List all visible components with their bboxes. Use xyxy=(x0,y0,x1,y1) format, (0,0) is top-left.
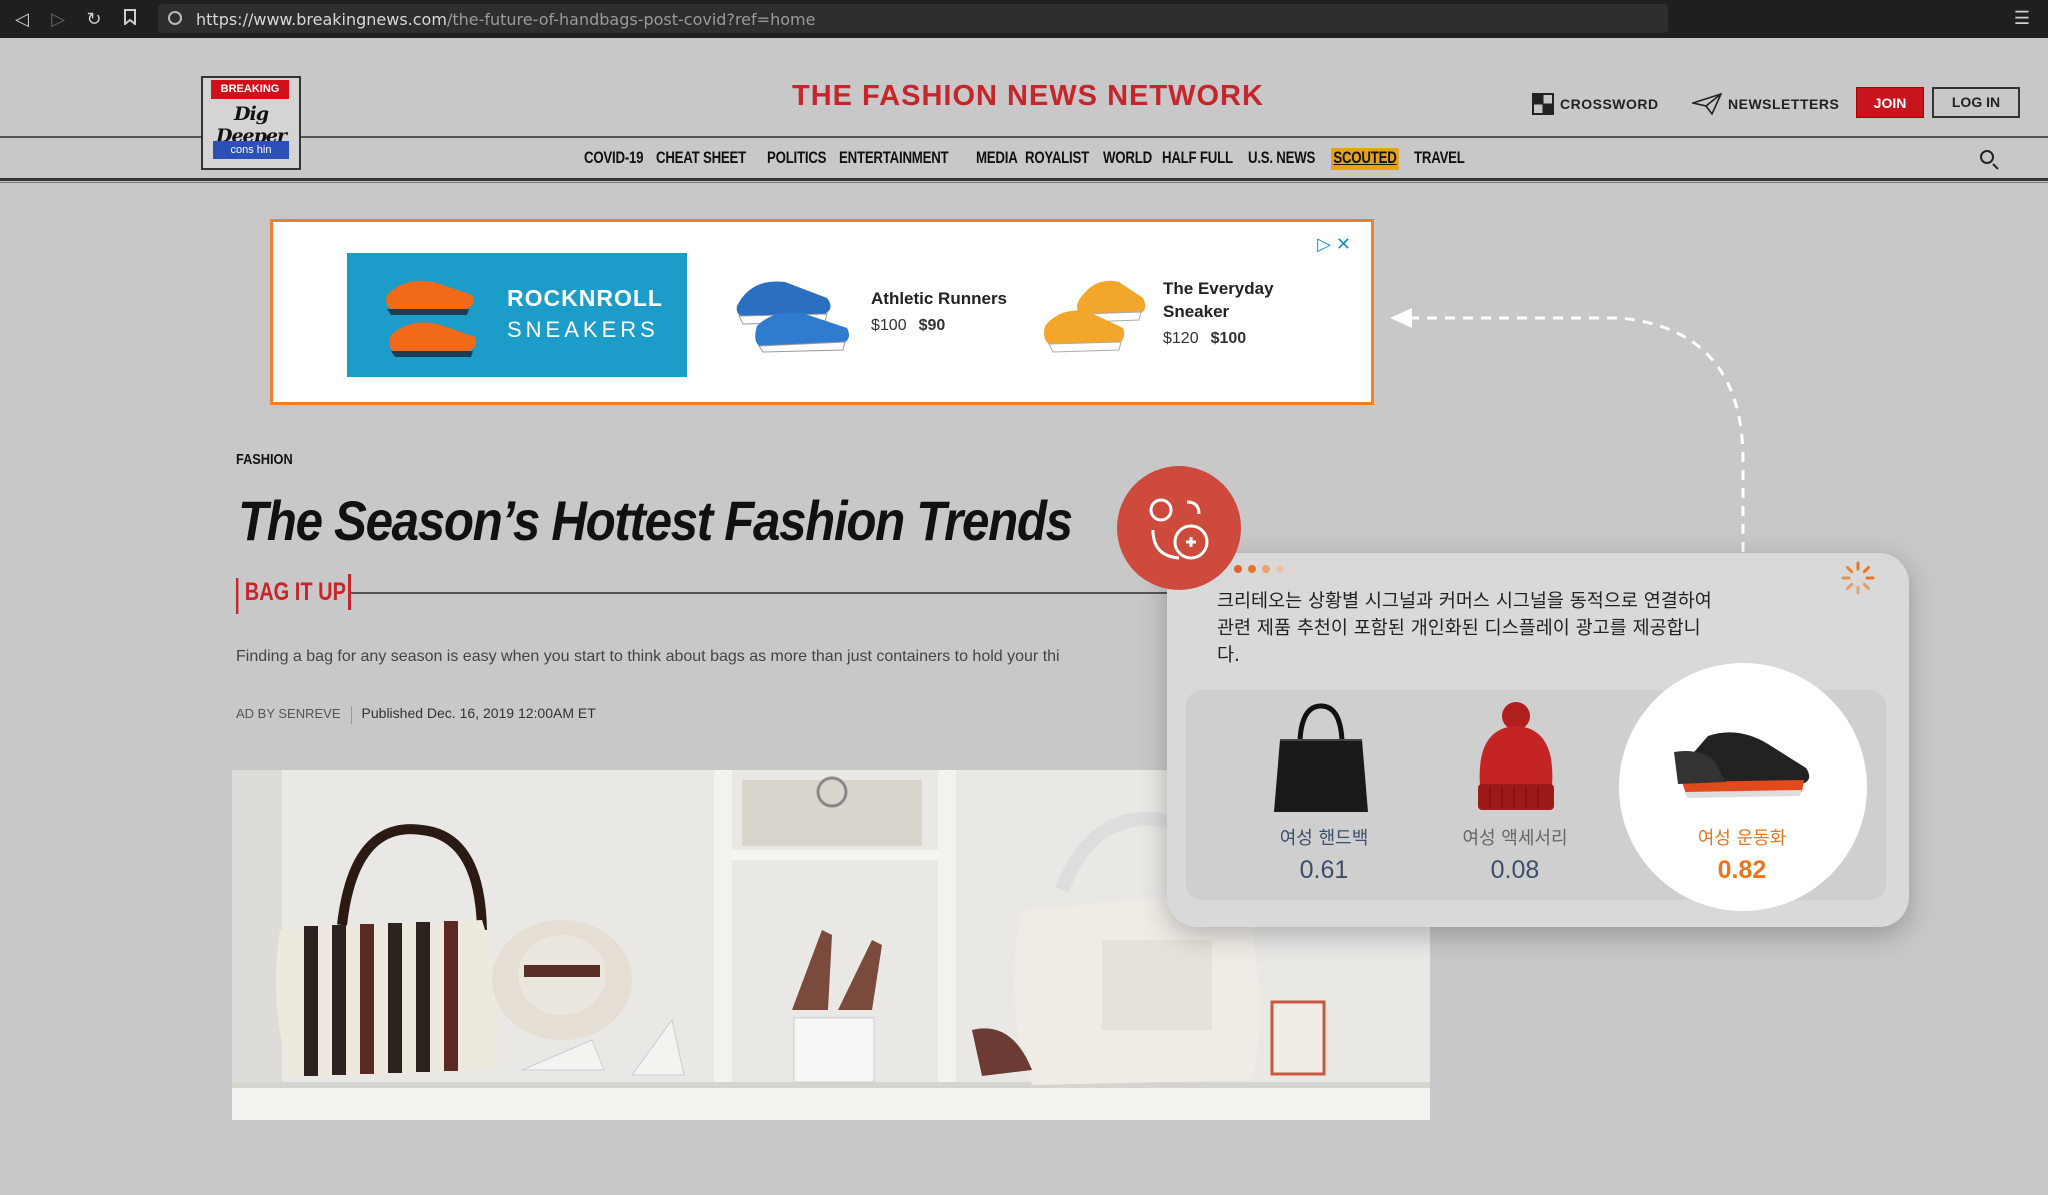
beanie-image xyxy=(1478,702,1554,810)
menu-icon[interactable]: ☰ xyxy=(2014,8,2030,29)
sneaker-icon xyxy=(386,280,477,357)
nav-item-scouted[interactable]: SCOUTED xyxy=(1330,148,1399,170)
nav-item[interactable]: MEDIA xyxy=(976,148,1018,170)
athletic-runner-image[interactable] xyxy=(731,268,855,354)
newsletters-label: NEWSLETTERS xyxy=(1728,96,1840,113)
nav-item[interactable]: CHEAT SHEET xyxy=(656,148,746,170)
nav-item[interactable]: COVID-19 xyxy=(584,148,644,170)
article-kicker[interactable]: FASHION xyxy=(236,451,293,468)
nav-item[interactable]: ENTERTAINMENT xyxy=(839,148,949,170)
article-dek: Finding a bag for any season is easy whe… xyxy=(236,648,1060,665)
ad-hero-title: ROCKNROLL xyxy=(507,285,663,311)
nav-item[interactable]: ROYALIST xyxy=(1025,148,1089,170)
product-price: $100 $90 xyxy=(871,317,946,334)
forward-arrow-icon[interactable]: ▷ xyxy=(48,9,68,29)
adchoices-icon[interactable]: ▷ ✕ xyxy=(1317,234,1351,255)
progress-dot xyxy=(1262,565,1270,573)
back-arrow-icon[interactable]: ◁ xyxy=(12,9,32,29)
progress-dots xyxy=(1234,565,1298,573)
header-divider xyxy=(0,136,2048,138)
handbag-image xyxy=(1274,703,1368,812)
nav-divider xyxy=(0,178,2048,181)
site-title[interactable]: THE FASHION NEWS NETWORK xyxy=(792,80,1264,113)
product-name[interactable]: The Everyday Sneaker xyxy=(1163,277,1274,323)
publish-date: Published Dec. 16, 2019 12:00AM ET xyxy=(361,705,596,721)
address-bar[interactable]: https://www.breakingnews.com/the-future-… xyxy=(158,4,1668,33)
login-button[interactable]: LOG IN xyxy=(1932,87,2020,118)
loading-spinner-icon xyxy=(1841,561,1875,595)
globe-icon xyxy=(168,11,182,25)
newsletters-link[interactable]: NEWSLETTERS xyxy=(1689,92,1840,118)
progress-dot xyxy=(1276,565,1284,573)
article-headline: The Season’s Hottest Fashion Trends xyxy=(238,489,1073,552)
nav-item[interactable]: WORLD xyxy=(1103,148,1152,170)
category-sneakers: 여성 운동화 0.82 xyxy=(1662,824,1822,885)
ad-hero-image[interactable]: ROCKNROLL SNEAKERS xyxy=(347,253,687,377)
category-handbag: 여성 핸드백 0.61 xyxy=(1244,824,1404,885)
nav-item[interactable]: U.S. NEWS xyxy=(1248,148,1315,170)
search-icon[interactable] xyxy=(1980,150,1994,164)
product-price: $120 $100 xyxy=(1163,330,1247,347)
gear-icon xyxy=(1149,498,1209,560)
nav-item[interactable]: HALF FULL xyxy=(1162,148,1233,170)
logo-sub: cons hin xyxy=(213,141,289,159)
category-label: 여성 핸드백 xyxy=(1279,828,1369,849)
category-score: 0.61 xyxy=(1299,856,1349,884)
reload-icon[interactable]: ↻ xyxy=(84,9,104,29)
logo-tag: BREAKING xyxy=(211,80,289,99)
category-score: 0.08 xyxy=(1490,856,1540,884)
progress-dot xyxy=(1248,565,1256,573)
overlay-description: 크리테오는 상황별 시그널과 커머스 시그널을 동적으로 연결하여 관련 제품 … xyxy=(1217,591,1712,666)
category-score: 0.82 xyxy=(1717,856,1767,884)
category-label: 여성 액세서리 xyxy=(1462,828,1568,849)
nav-divider-thin xyxy=(0,182,2048,183)
byline-divider xyxy=(350,705,352,724)
join-button[interactable]: JOIN xyxy=(1856,87,1924,118)
crossword-link[interactable]: CROSSWORD xyxy=(1532,93,1659,118)
url-text: https://www.breakingnews.com/the-future-… xyxy=(196,10,816,29)
nav-item[interactable]: POLITICS xyxy=(767,148,827,170)
category-accessories: 여성 액세서리 0.08 xyxy=(1435,824,1595,885)
criteo-logo xyxy=(1117,466,1241,590)
progress-dot xyxy=(1290,565,1298,573)
everyday-sneaker-image[interactable] xyxy=(1039,270,1151,356)
display-ad[interactable]: ROCKNROLL SNEAKERS Athletic Runners $100… xyxy=(270,219,1374,405)
crossword-label: CROSSWORD xyxy=(1560,96,1659,113)
bookmark-icon[interactable] xyxy=(120,9,140,29)
product-name[interactable]: Athletic Runners xyxy=(871,287,1007,310)
category-label: 여성 운동화 xyxy=(1697,828,1787,849)
paper-plane-icon xyxy=(1689,92,1723,118)
browser-toolbar: ◁ ▷ ↻ https://www.breakingnews.com/the-f… xyxy=(0,0,2048,38)
section-tag: BAG IT UP xyxy=(236,578,346,614)
ad-by-label: AD BY SENREVE xyxy=(236,706,341,721)
crossword-icon xyxy=(1532,93,1554,118)
section-tag-bracket xyxy=(348,574,351,610)
nav-item[interactable]: TRAVEL xyxy=(1414,148,1465,170)
section-rule xyxy=(350,592,1170,594)
ad-hero-subtitle: SNEAKERS xyxy=(507,317,659,342)
section-nav: COVID-19 CHEAT SHEET POLITICS ENTERTAINM… xyxy=(584,148,1465,170)
progress-dot xyxy=(1234,565,1242,573)
byline: AD BY SENREVE Published Dec. 16, 2019 12:… xyxy=(236,705,596,724)
sneaker-image xyxy=(1674,732,1810,798)
site-logo[interactable]: BREAKING Dig Deeper cons hin xyxy=(201,76,301,170)
